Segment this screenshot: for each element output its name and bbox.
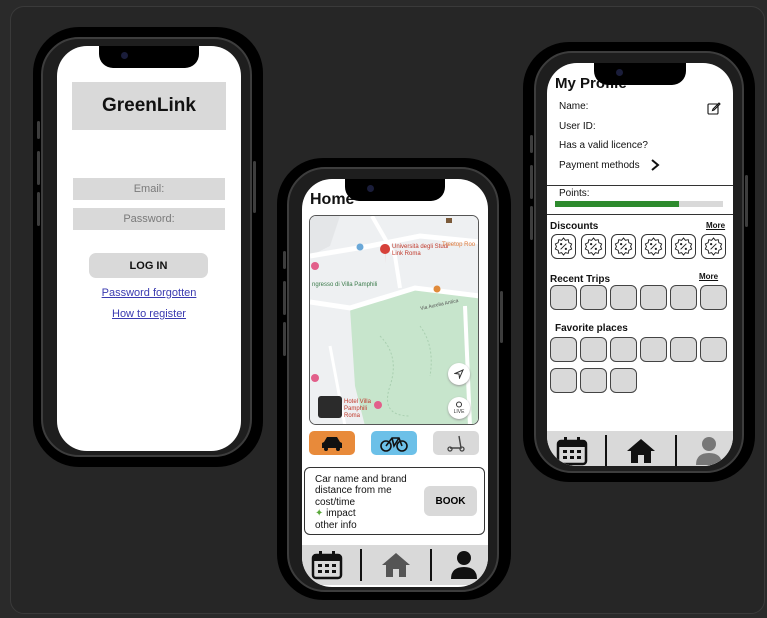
name-label: Name: (559, 101, 589, 112)
map-thumbnail (318, 396, 342, 418)
discount-badge[interactable] (581, 234, 606, 259)
bottom-tab-bar (302, 545, 488, 585)
app-logo: GreenLink (72, 82, 226, 130)
favorite-place-tile[interactable] (580, 337, 607, 362)
leaf-icon: ✦ (315, 508, 324, 519)
favorite-place-tile[interactable] (550, 368, 577, 393)
discount-badge[interactable] (701, 234, 726, 259)
edit-icon[interactable] (707, 101, 721, 115)
car-option[interactable] (309, 431, 355, 455)
user-id-label: User ID: (559, 121, 596, 132)
discount-icon (554, 237, 573, 256)
car-icon (322, 437, 342, 451)
calendar-icon[interactable] (556, 436, 588, 466)
home-screen: Home Università degli Studi Link Roma Tr… (302, 179, 488, 587)
poi-villa-label: ngresso di Villa Pamphili (312, 282, 378, 288)
home-icon[interactable] (625, 437, 657, 465)
live-label: LIVE (453, 409, 465, 415)
tab-divider (605, 435, 608, 466)
recent-trip-tile[interactable] (610, 285, 637, 310)
recent-trip-tile[interactable] (640, 285, 667, 310)
scooter-icon (447, 435, 465, 452)
favorite-place-tile[interactable] (580, 368, 607, 393)
payment-methods-label: Payment methods (559, 159, 640, 171)
favorite-places-title: Favorite places (555, 323, 628, 334)
discount-icon (704, 237, 723, 256)
other-info-text: other info (315, 520, 357, 531)
impact-text: impact (326, 508, 356, 519)
profile-icon[interactable] (449, 549, 479, 581)
navigate-button[interactable] (448, 363, 470, 385)
live-button[interactable]: LIVE (448, 397, 470, 419)
car-name-text: Car name and brand (315, 474, 407, 485)
discount-icon (674, 237, 693, 256)
discount-icon (644, 237, 663, 256)
chevron-right-icon (650, 159, 660, 171)
tab-divider (429, 549, 432, 581)
discounts-more-link[interactable]: More (706, 221, 725, 230)
discount-badge[interactable] (641, 234, 666, 259)
vehicle-info-card: Car name and brand distance from me cost… (304, 467, 485, 535)
bottom-tab-bar (547, 431, 733, 466)
discount-icon (584, 237, 603, 256)
home-icon[interactable] (380, 551, 412, 579)
impact-row: ✦ impact (315, 508, 356, 519)
discounts-title: Discounts (550, 221, 599, 232)
recent-trip-tile[interactable] (550, 285, 577, 310)
points-progress-track (555, 201, 723, 207)
recent-trip-tile[interactable] (580, 285, 607, 310)
email-field[interactable]: Email: (73, 178, 225, 200)
profile-phone: My Profile Name: User ID: Has a valid li… (530, 51, 748, 473)
login-phone: GreenLink Email: Password: LOG IN Passwo… (37, 37, 256, 457)
points-label: Points: (559, 188, 590, 199)
recent-trips-more-link[interactable]: More (699, 272, 718, 281)
distance-text: distance from me (315, 485, 392, 496)
recent-trip-tile[interactable] (700, 285, 727, 310)
calendar-icon[interactable] (311, 550, 343, 580)
bike-icon (380, 437, 408, 452)
map-view[interactable]: Università degli Studi Link Roma Treetop… (309, 215, 479, 425)
payment-methods-row[interactable]: Payment methods (559, 159, 660, 171)
home-phone: Home Università degli Studi Link Roma Tr… (283, 167, 503, 592)
cost-time-text: cost/time (315, 497, 356, 508)
favorite-place-tile[interactable] (640, 337, 667, 362)
discount-badge[interactable] (671, 234, 696, 259)
discount-icon (614, 237, 633, 256)
recent-trips-title: Recent Trips (550, 274, 611, 285)
favorite-place-tile[interactable] (700, 337, 727, 362)
live-location-icon (456, 401, 462, 408)
bike-option[interactable] (371, 431, 417, 455)
profile-screen: My Profile Name: User ID: Has a valid li… (547, 63, 733, 466)
navigate-icon (454, 369, 464, 379)
register-link[interactable]: How to register (57, 308, 241, 320)
poi-hotel-label: Hotel Villa Pamphili Roma (344, 399, 371, 419)
tab-divider (674, 435, 677, 466)
favorite-place-tile[interactable] (610, 337, 637, 362)
section-divider (547, 185, 733, 186)
favorite-place-tile[interactable] (670, 337, 697, 362)
favorite-place-tile[interactable] (610, 368, 637, 393)
scooter-option[interactable] (433, 431, 479, 455)
password-field[interactable]: Password: (73, 208, 225, 230)
points-progress-fill (555, 201, 680, 207)
tab-divider (360, 549, 363, 581)
poi-treetop-label: Treetop Roo (442, 242, 476, 248)
login-screen: GreenLink Email: Password: LOG IN Passwo… (57, 46, 241, 451)
licence-label: Has a valid licence? (559, 140, 648, 151)
recent-trip-tile[interactable] (670, 285, 697, 310)
login-button[interactable]: LOG IN (89, 253, 208, 278)
password-forgotten-link[interactable]: Password forgotten (57, 287, 241, 299)
discount-badge[interactable] (551, 234, 576, 259)
profile-icon[interactable] (694, 435, 724, 466)
book-button[interactable]: BOOK (424, 486, 477, 516)
discount-badge[interactable] (611, 234, 636, 259)
favorite-place-tile[interactable] (550, 337, 577, 362)
section-divider (547, 214, 733, 215)
